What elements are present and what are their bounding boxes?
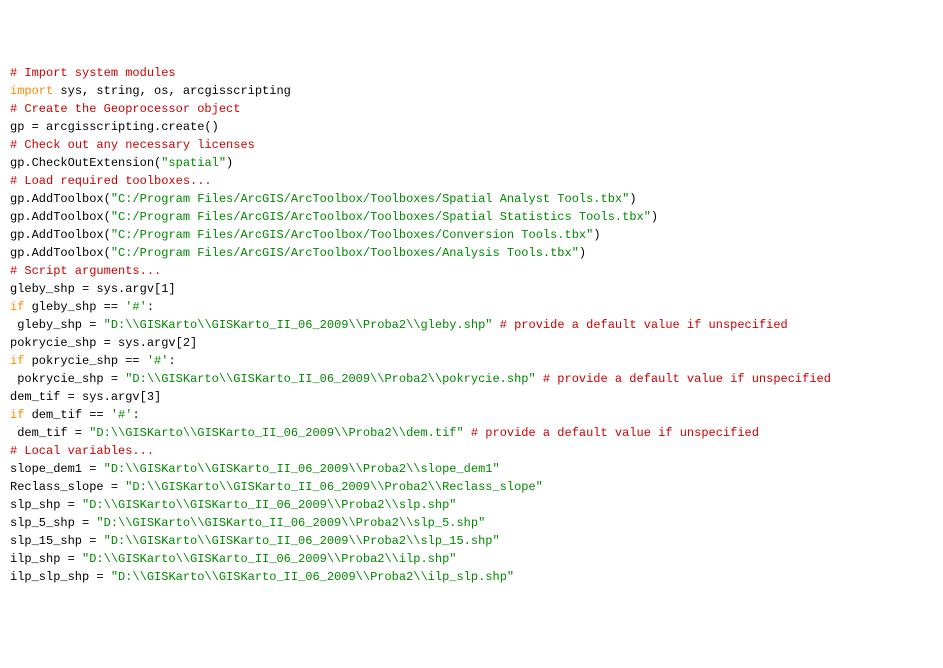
code-line: gp.AddToolbox("C:/Program Files/ArcGIS/A… xyxy=(10,226,933,244)
code-line: dem_tif = sys.argv[3] xyxy=(10,388,933,406)
code-line: gleby_shp = sys.argv[1] xyxy=(10,280,933,298)
code-line: gp.CheckOutExtension("spatial") xyxy=(10,154,933,172)
code-token: gleby_shp == xyxy=(24,300,125,314)
code-token: "C:/Program Files/ArcGIS/ArcToolbox/Tool… xyxy=(111,210,651,224)
code-token: "D:\\GISKarto\\GISKarto_II_06_2009\\Prob… xyxy=(125,372,535,386)
code-token: # Create the Geoprocessor object xyxy=(10,102,240,116)
code-token: ilp_slp_shp = xyxy=(10,570,111,584)
code-line: import sys, string, os, arcgisscripting xyxy=(10,82,933,100)
python-code-block: # Import system modules import sys, strin… xyxy=(10,64,933,586)
code-line: # Script arguments... xyxy=(10,262,933,280)
code-token: if xyxy=(10,408,24,422)
code-token: Reclass_slope = xyxy=(10,480,125,494)
code-token: gp.AddToolbox( xyxy=(10,246,111,260)
code-line: gp.AddToolbox("C:/Program Files/ArcGIS/A… xyxy=(10,244,933,262)
code-line: # Load required toolboxes... xyxy=(10,172,933,190)
code-token: if xyxy=(10,300,24,314)
code-line: ilp_shp = "D:\\GISKarto\\GISKarto_II_06_… xyxy=(10,550,933,568)
code-token: import xyxy=(10,84,53,98)
code-token: # provide a default value if unspecified xyxy=(471,426,759,440)
code-token: ) xyxy=(651,210,658,224)
code-token: if xyxy=(10,354,24,368)
code-line: slp_15_shp = "D:\\GISKarto\\GISKarto_II_… xyxy=(10,532,933,550)
code-line: gleby_shp = "D:\\GISKarto\\GISKarto_II_0… xyxy=(10,316,933,334)
code-token: gp.AddToolbox( xyxy=(10,192,111,206)
code-line: gp.AddToolbox("C:/Program Files/ArcGIS/A… xyxy=(10,190,933,208)
code-token: dem_tif = xyxy=(10,426,89,440)
code-token: "D:\\GISKarto\\GISKarto_II_06_2009\\Prob… xyxy=(104,534,500,548)
code-token: "C:/Program Files/ArcGIS/ArcToolbox/Tool… xyxy=(111,192,629,206)
code-line: if gleby_shp == '#': xyxy=(10,298,933,316)
code-token: # Local variables... xyxy=(10,444,154,458)
code-token: "D:\\GISKarto\\GISKarto_II_06_2009\\Prob… xyxy=(104,462,500,476)
code-token: "D:\\GISKarto\\GISKarto_II_06_2009\\Prob… xyxy=(89,426,463,440)
code-token: : xyxy=(132,408,139,422)
code-token: "C:/Program Files/ArcGIS/ArcToolbox/Tool… xyxy=(111,228,593,242)
code-token: slope_dem1 = xyxy=(10,462,104,476)
code-token: "D:\\GISKarto\\GISKarto_II_06_2009\\Prob… xyxy=(96,516,485,530)
code-token: "D:\\GISKarto\\GISKarto_II_06_2009\\Prob… xyxy=(104,318,493,332)
code-token: gp = arcgisscripting.create() xyxy=(10,120,219,134)
code-line: dem_tif = "D:\\GISKarto\\GISKarto_II_06_… xyxy=(10,424,933,442)
code-token: slp_15_shp = xyxy=(10,534,104,548)
code-token: # Load required toolboxes... xyxy=(10,174,212,188)
code-token xyxy=(536,372,543,386)
code-token: dem_tif == xyxy=(24,408,110,422)
code-line: if pokrycie_shp == '#': xyxy=(10,352,933,370)
code-line: slp_shp = "D:\\GISKarto\\GISKarto_II_06_… xyxy=(10,496,933,514)
code-token: "D:\\GISKarto\\GISKarto_II_06_2009\\Prob… xyxy=(111,570,514,584)
code-token: ) xyxy=(629,192,636,206)
code-line: Reclass_slope = "D:\\GISKarto\\GISKarto_… xyxy=(10,478,933,496)
code-token: : xyxy=(168,354,175,368)
code-token xyxy=(464,426,471,440)
code-token: : xyxy=(147,300,154,314)
code-token: ) xyxy=(226,156,233,170)
code-token: "spatial" xyxy=(161,156,226,170)
code-line: # Check out any necessary licenses xyxy=(10,136,933,154)
code-token: ) xyxy=(593,228,600,242)
code-token: ilp_shp = xyxy=(10,552,82,566)
code-line: # Local variables... xyxy=(10,442,933,460)
code-token: '#' xyxy=(111,408,133,422)
code-token: # Script arguments... xyxy=(10,264,161,278)
code-token: pokrycie_shp == xyxy=(24,354,146,368)
code-token: Check out any necessary licenses xyxy=(17,138,255,152)
code-line: ilp_slp_shp = "D:\\GISKarto\\GISKarto_II… xyxy=(10,568,933,586)
code-token: gleby_shp = sys.argv[1] xyxy=(10,282,176,296)
code-line: gp = arcgisscripting.create() xyxy=(10,118,933,136)
code-token: slp_shp = xyxy=(10,498,82,512)
code-token: ) xyxy=(579,246,586,260)
code-line: pokrycie_shp = sys.argv[2] xyxy=(10,334,933,352)
code-token xyxy=(493,318,500,332)
code-token: "D:\\GISKarto\\GISKarto_II_06_2009\\Prob… xyxy=(82,498,456,512)
code-line: # Import system modules xyxy=(10,64,933,82)
code-token: gp.AddToolbox( xyxy=(10,228,111,242)
code-token: # Import system modules xyxy=(10,66,176,80)
code-token: "C:/Program Files/ArcGIS/ArcToolbox/Tool… xyxy=(111,246,579,260)
code-token: "D:\\GISKarto\\GISKarto_II_06_2009\\Prob… xyxy=(82,552,456,566)
code-token: pokrycie_shp = sys.argv[2] xyxy=(10,336,197,350)
code-token: slp_5_shp = xyxy=(10,516,96,530)
code-line: slope_dem1 = "D:\\GISKarto\\GISKarto_II_… xyxy=(10,460,933,478)
code-line: if dem_tif == '#': xyxy=(10,406,933,424)
code-line: pokrycie_shp = "D:\\GISKarto\\GISKarto_I… xyxy=(10,370,933,388)
code-token: gp.CheckOutExtension( xyxy=(10,156,161,170)
code-line: slp_5_shp = "D:\\GISKarto\\GISKarto_II_0… xyxy=(10,514,933,532)
code-token: dem_tif = sys.argv[3] xyxy=(10,390,161,404)
code-token: gp.AddToolbox( xyxy=(10,210,111,224)
code-line: gp.AddToolbox("C:/Program Files/ArcGIS/A… xyxy=(10,208,933,226)
code-token: sys, string, os, arcgisscripting xyxy=(53,84,291,98)
code-token: '#' xyxy=(147,354,169,368)
code-line: # Create the Geoprocessor object xyxy=(10,100,933,118)
code-token: pokrycie_shp = xyxy=(10,372,125,386)
code-token: # provide a default value if unspecified xyxy=(500,318,788,332)
code-token: "D:\\GISKarto\\GISKarto_II_06_2009\\Prob… xyxy=(125,480,543,494)
code-token: gleby_shp = xyxy=(10,318,104,332)
code-token: '#' xyxy=(125,300,147,314)
code-token: # provide a default value if unspecified xyxy=(543,372,831,386)
